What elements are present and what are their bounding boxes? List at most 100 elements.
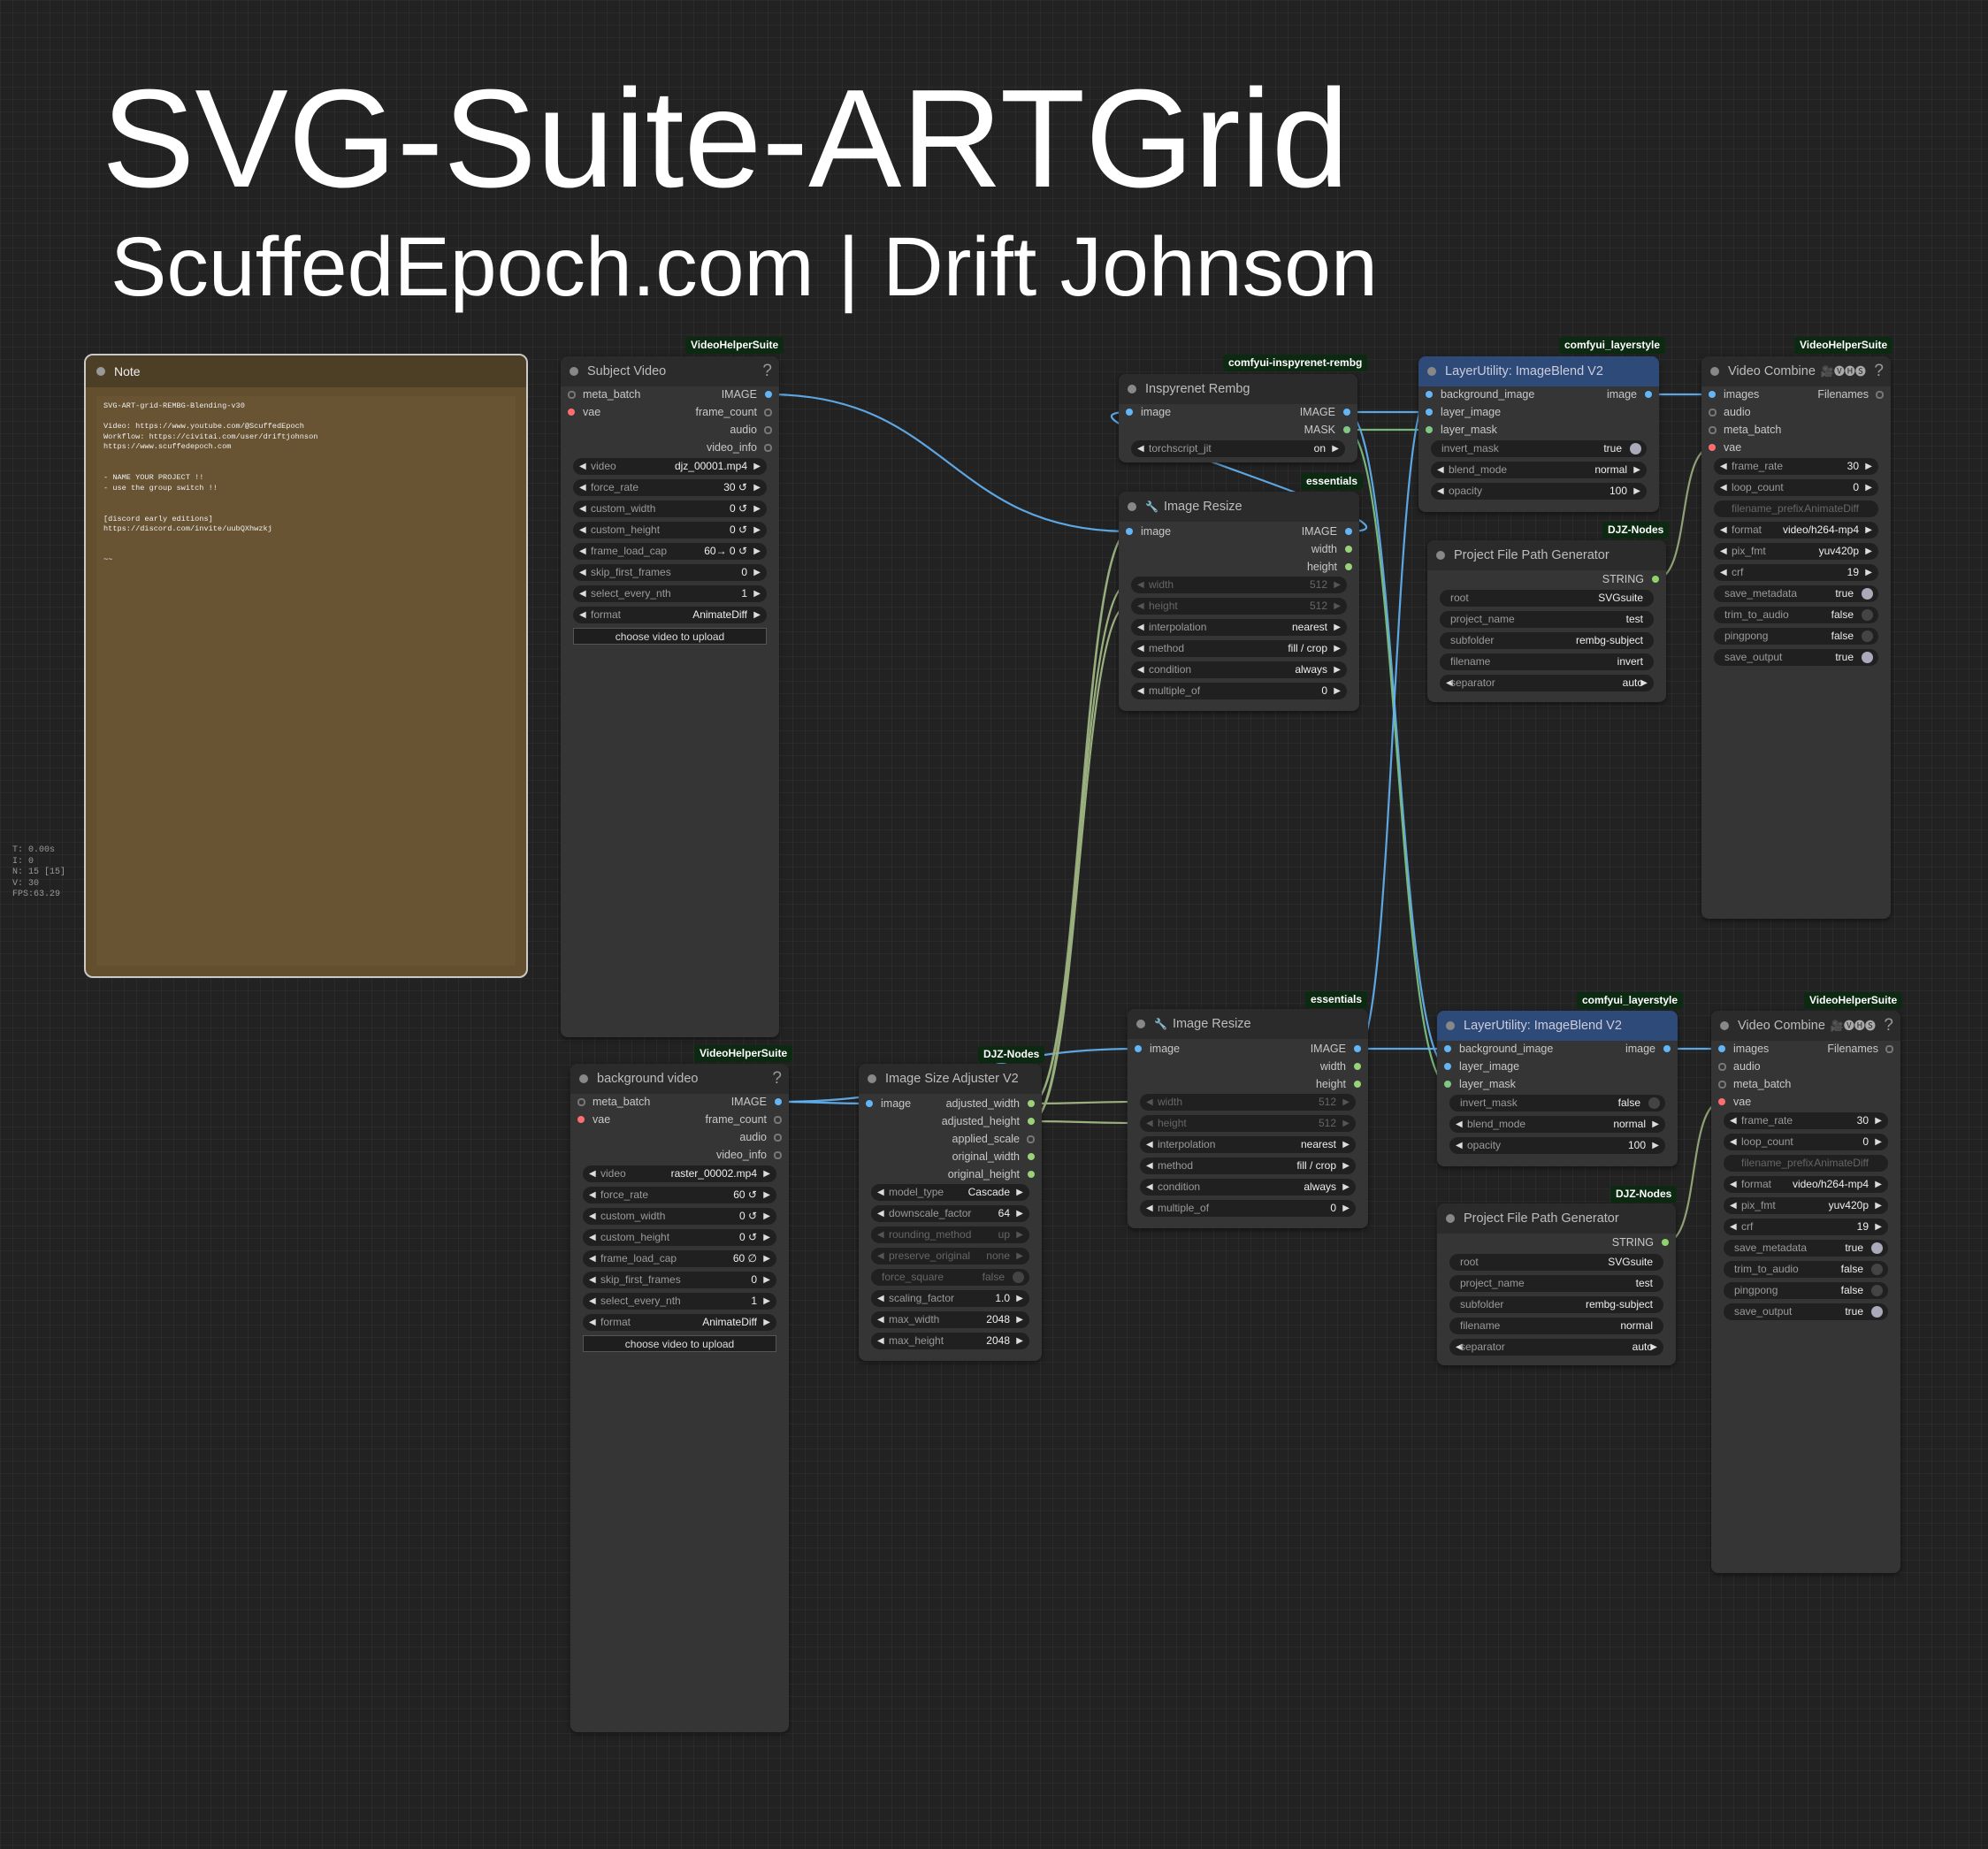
widget-torchscript-jit[interactable]: ◀ ▶ torchscript_jit on [1131,440,1345,457]
increment-arrow-icon[interactable]: ▶ [1016,1248,1023,1265]
input-slot-audio[interactable]: audio [1718,1058,1761,1074]
output-slot-image[interactable]: image [1625,1041,1671,1057]
increment-arrow-icon[interactable]: ▶ [1334,683,1341,699]
output-socket-icon[interactable] [1028,1171,1035,1178]
decrement-arrow-icon[interactable]: ◀ [1730,1219,1737,1235]
widget-interpolation[interactable]: ◀ ▶ interpolation nearest [1131,619,1347,636]
input-socket-icon[interactable] [1426,391,1433,398]
widget-loop-count[interactable]: ◀ ▶ loop_count 0 [1724,1134,1888,1150]
output-socket-icon[interactable] [1027,1135,1035,1143]
decrement-arrow-icon[interactable]: ◀ [877,1248,884,1265]
increment-arrow-icon[interactable]: ▶ [753,479,761,496]
input-socket-icon[interactable] [866,1100,873,1107]
choose-video-upload-button[interactable]: choose video to upload [583,1335,776,1352]
output-socket-icon[interactable] [764,426,772,434]
output-socket-icon[interactable] [1354,1081,1361,1088]
collapse-dot-icon[interactable] [1710,367,1719,376]
output-socket-icon[interactable] [774,1116,782,1124]
subject-video-node[interactable]: Subject Video? meta_batch vae IMAGE frame_co… [561,356,779,1037]
output-socket-icon[interactable] [774,1134,782,1142]
decrement-arrow-icon[interactable]: ◀ [1730,1197,1737,1214]
input-slot-vae[interactable]: vae [568,404,600,420]
node-header[interactable]: LayerUtility: ImageBlend V2 [1418,356,1659,386]
input-socket-icon[interactable] [1709,426,1717,434]
increment-arrow-icon[interactable]: ▶ [1016,1333,1023,1349]
input-slot-meta-batch[interactable]: meta_batch [1718,1076,1791,1092]
choose-video-upload-button[interactable]: choose video to upload [573,628,767,645]
output-slot-image[interactable]: image [1607,386,1652,402]
widget-multiple-of[interactable]: ◀ ▶ multiple_of 0 [1131,683,1347,699]
output-socket-icon[interactable] [1663,1045,1671,1052]
widget-format[interactable]: ◀ ▶ format AnimateDiff [573,607,767,623]
toggle-knob-icon[interactable] [1871,1306,1883,1318]
widget-trim-to-audio[interactable]: trim_to_audio false [1724,1261,1888,1278]
input-socket-icon[interactable] [1135,1045,1142,1052]
widget-root[interactable]: root SVGsuite [1440,590,1654,607]
decrement-arrow-icon[interactable]: ◀ [1137,440,1144,457]
collapse-dot-icon[interactable] [1136,1020,1145,1028]
increment-arrow-icon[interactable]: ▶ [1875,1197,1882,1214]
widget-pix-fmt[interactable]: ◀ ▶ pix_fmt yuv420p [1714,543,1878,560]
collapse-dot-icon[interactable] [1436,551,1445,560]
collapse-dot-icon[interactable] [570,367,578,376]
note-text[interactable]: SVG-ART-grid-REMBG-Blending-v30 Video: h… [96,396,516,966]
increment-arrow-icon[interactable]: ▶ [1865,479,1872,496]
increment-arrow-icon[interactable]: ▶ [1016,1226,1023,1243]
widget-pix-fmt[interactable]: ◀ ▶ pix_fmt yuv420p [1724,1197,1888,1214]
decrement-arrow-icon[interactable]: ◀ [1146,1179,1153,1196]
input-socket-icon[interactable] [577,1098,585,1106]
widget-format[interactable]: ◀ ▶ format video/h264-mp4 [1724,1176,1888,1193]
increment-arrow-icon[interactable]: ▶ [763,1187,770,1203]
toggle-knob-icon[interactable] [1862,588,1873,600]
decrement-arrow-icon[interactable]: ◀ [1137,683,1144,699]
output-slot-frame-count[interactable]: frame_count [696,404,772,420]
output-slot-original-height[interactable]: original_height [948,1166,1035,1182]
node-graph-canvas[interactable]: SVG-Suite-ARTGrid ScuffedEpoch.com | Dri… [0,0,1988,1849]
widget-frame-load-cap[interactable]: ◀ ▶ frame_load_cap 60 ∅ [583,1250,776,1267]
collapse-dot-icon[interactable] [96,367,105,376]
widget-condition[interactable]: ◀ ▶ condition always [1140,1179,1356,1196]
decrement-arrow-icon[interactable]: ◀ [1137,661,1144,678]
input-socket-icon[interactable] [1709,409,1717,416]
increment-arrow-icon[interactable]: ▶ [753,543,761,560]
background-video-node[interactable]: background video? meta_batch vae IMAGE frame… [570,1064,789,1732]
node-header[interactable]: LayerUtility: ImageBlend V2 [1437,1011,1678,1041]
widget-multiple-of[interactable]: ◀ ▶ multiple_of 0 [1140,1200,1356,1217]
output-socket-icon[interactable] [1645,391,1652,398]
toggle-knob-icon[interactable] [1630,443,1641,455]
collapse-dot-icon[interactable] [1720,1021,1729,1030]
increment-arrow-icon[interactable]: ▶ [1342,1200,1350,1217]
increment-arrow-icon[interactable]: ▶ [763,1208,770,1225]
collapse-dot-icon[interactable] [1128,502,1136,511]
decrement-arrow-icon[interactable]: ◀ [1730,1112,1737,1129]
widget-force-rate[interactable]: ◀ ▶ force_rate 30 ↺ [573,479,767,496]
input-slot-vae[interactable]: vae [577,1112,610,1127]
decrement-arrow-icon[interactable]: ◀ [579,564,586,581]
input-slot-image[interactable]: image [1126,523,1171,539]
input-socket-icon[interactable] [577,1116,585,1123]
output-socket-icon[interactable] [1876,391,1884,399]
increment-arrow-icon[interactable]: ▶ [1334,619,1341,636]
widget-save-metadata[interactable]: save_metadata true [1714,585,1878,602]
widget-frame-rate[interactable]: ◀ ▶ frame_rate 30 [1724,1112,1888,1129]
output-slot-filenames[interactable]: Filenames [1817,386,1884,402]
widget-frame-rate[interactable]: ◀ ▶ frame_rate 30 [1714,458,1878,475]
widget-pingpong[interactable]: pingpong false [1714,628,1878,645]
blend-top-node[interactable]: LayerUtility: ImageBlend V2 background_im… [1418,356,1659,512]
widget-skip-first-frames[interactable]: ◀ ▶ skip_first_frames 0 [583,1272,776,1288]
node-header[interactable]: 🔧 Image Resize [1119,492,1359,522]
node-header[interactable]: Subject Video? [561,356,779,386]
widget-select-every-nth[interactable]: ◀ ▶ select_every_nth 1 [583,1293,776,1310]
widget-save-output[interactable]: save_output true [1714,649,1878,666]
increment-arrow-icon[interactable]: ▶ [1865,543,1872,560]
widget-blend-mode[interactable]: ◀ ▶ blend_mode normal [1449,1116,1665,1133]
decrement-arrow-icon[interactable]: ◀ [579,500,586,517]
increment-arrow-icon[interactable]: ▶ [753,458,761,475]
node-header[interactable]: Project File Path Generator [1437,1203,1676,1234]
widget-invert-mask[interactable]: invert_mask false [1449,1095,1665,1112]
increment-arrow-icon[interactable]: ▶ [1016,1290,1023,1307]
output-socket-icon[interactable] [1652,576,1659,583]
help-icon[interactable]: ? [1874,356,1884,386]
output-slot-video-info[interactable]: video_info [707,439,772,455]
widget-preserve-original[interactable]: ◀ ▶ preserve_original none [871,1248,1029,1265]
